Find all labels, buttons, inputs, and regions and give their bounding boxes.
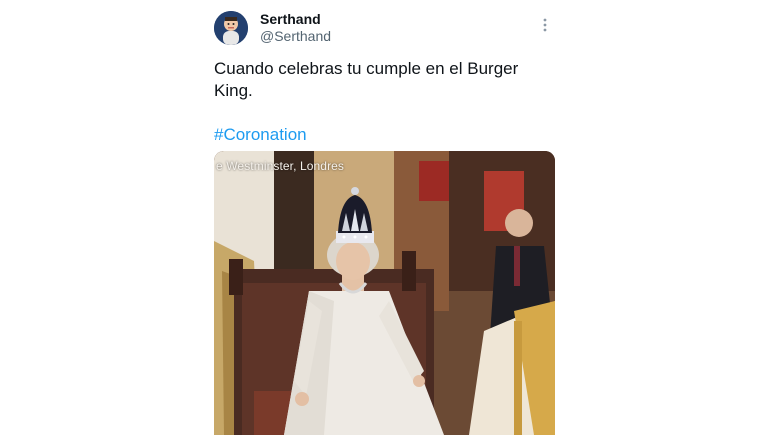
tweet-media-image[interactable]: e Westminster, Londres bbox=[214, 151, 555, 435]
tweet[interactable]: Serthand @Serthand Cuando celebras tu cu… bbox=[214, 8, 558, 146]
tweet-text: Cuando celebras tu cumple en el Burger K… bbox=[214, 59, 519, 100]
author-handle[interactable]: @Serthand bbox=[260, 27, 331, 45]
author-info: Serthand @Serthand bbox=[260, 11, 331, 45]
media-caption: e Westminster, Londres bbox=[216, 159, 345, 173]
hashtag-link[interactable]: #Coronation bbox=[214, 124, 558, 146]
more-dots-vertical-icon[interactable] bbox=[538, 16, 552, 34]
author-display-name[interactable]: Serthand bbox=[260, 11, 331, 27]
avatar[interactable] bbox=[214, 11, 248, 45]
tweet-header: Serthand @Serthand bbox=[214, 8, 558, 48]
page: Serthand @Serthand Cuando celebras tu cu… bbox=[0, 0, 768, 435]
